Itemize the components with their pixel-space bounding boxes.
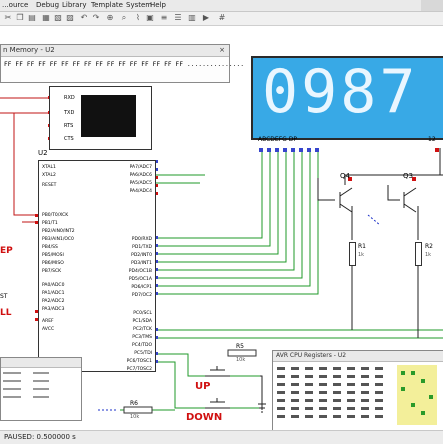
resistor-r1-value: 1k: [358, 252, 365, 258]
memory-window-title: n Memory - U2 ×: [1, 45, 229, 57]
pin-label-cts: CTS: [64, 136, 74, 142]
pin-pc0: PC0/SCL: [133, 311, 152, 316]
pin-label-rts: RTS: [64, 123, 74, 129]
register-grid: [277, 365, 437, 425]
pin-label-rxd: RXD: [64, 95, 75, 101]
terminal-screen: [81, 95, 136, 137]
watch-window-titlebar: [1, 358, 81, 368]
net-label-3: LL: [0, 308, 12, 318]
watch-window-rows: [3, 372, 49, 398]
button-down-label[interactable]: DOWN: [186, 412, 222, 423]
pin-pc2: PC2/TCK: [133, 327, 152, 332]
pin-pd1: PD1/TXD: [132, 245, 152, 250]
pin-pd5: PD5/OC1A: [128, 277, 152, 282]
pin-pc1: PC1/SDA: [132, 319, 152, 324]
simulation-status: PAUSED: 0.500000 s: [4, 433, 76, 441]
pin-pc4: PC4/TDO: [132, 343, 152, 348]
transistor-symbols: [339, 187, 417, 213]
resistor-r2-label: R2: [425, 243, 433, 250]
pin-pb0: PB0/T0/XCK: [42, 213, 69, 218]
avr-registers-title: AVR CPU Registers - U2: [273, 351, 443, 362]
seven-segment-pin-labels: ABCDEFG DP: [258, 136, 297, 143]
pin-pb6: PB6/MISO: [42, 261, 64, 266]
pin-pa6: PA6/ADC6: [129, 173, 152, 178]
pin-avcc: AVCC: [42, 327, 55, 332]
resistor-r5-value: 10k: [236, 357, 246, 363]
pin-pd0: PD0/RXD: [131, 237, 152, 242]
transistor-label-q4: Q4: [340, 172, 350, 180]
pin-pa2: PA2/ADC2: [42, 299, 65, 304]
resistor-r6-label: R6: [130, 400, 138, 407]
pin-pb3: PB3/AIN1/OC0: [42, 237, 74, 242]
pin-pa7: PA7/ADC7: [129, 165, 152, 170]
pin-pd3: PD3/INT1: [131, 261, 152, 266]
seven-segment-pin-labels-right: 12: [428, 136, 436, 143]
pin-pb2: PB2/AIN0/INT2: [42, 229, 75, 234]
resistor-r6-value: 10k: [130, 414, 140, 420]
close-icon[interactable]: ×: [219, 45, 225, 56]
pin-pd4: PD4/OC1B: [128, 269, 152, 274]
pin-pc7: PC7/TOSC2: [126, 367, 152, 372]
pin-label-txd: TXD: [64, 110, 75, 116]
pin-pa5: PA5/ADC5: [129, 181, 152, 186]
pin-xtal1: XTAL1: [42, 165, 56, 170]
watch-window[interactable]: [0, 357, 82, 421]
pin-pb1: PB1/T1: [42, 221, 58, 226]
pin-pd7: PD7/OC2: [131, 293, 152, 298]
pin-pb5: PB5/MOSI: [42, 253, 64, 258]
pin-pc3: PC3/TMS: [132, 335, 152, 340]
pin-reset: RESET: [42, 183, 57, 188]
seven-segment-digits: 0987: [262, 57, 419, 127]
net-label-2: ST: [0, 293, 8, 300]
pin-pa1: PA1/ADC1: [42, 291, 65, 296]
mcu-designator: U2: [38, 149, 48, 157]
resistor-r2-value: 1k: [425, 252, 432, 258]
memory-row: FF FF FF FF FF FF FF FF FF FF FF FF FF F…: [4, 61, 245, 68]
resistor-r1[interactable]: [349, 242, 356, 266]
mcu-chip[interactable]: XTAL1 XTAL2 RESET PB0/T0/XCK PB1/T1 PB2/…: [38, 160, 156, 372]
pin-pb4: PB4/SS: [42, 245, 58, 250]
status-bar: PAUSED: 0.500000 s: [0, 430, 443, 444]
virtual-terminal[interactable]: RXD TXD RTS CTS: [49, 86, 152, 150]
pin-xtal2: XTAL2: [42, 173, 56, 178]
avr-registers-window[interactable]: AVR CPU Registers - U2: [272, 350, 443, 432]
net-label-1: EP: [0, 246, 13, 256]
button-up-label[interactable]: UP: [195, 381, 210, 392]
resistor-r2[interactable]: [415, 242, 422, 266]
pin-pc5: PC5/TDI: [134, 351, 152, 356]
pin-pd6: PD6/ICP1: [131, 285, 152, 290]
memory-row-empty: [4, 70, 224, 78]
pin-pb7: PB7/SCK: [42, 269, 62, 274]
pin-pa0: PA0/ADC0: [42, 283, 65, 288]
pin-pa3: PA3/ADC3: [42, 307, 65, 312]
pin-pa4: PA4/ADC4: [129, 189, 152, 194]
resistor-r1-label: R1: [358, 243, 366, 250]
memory-window[interactable]: n Memory - U2 × FF FF FF FF FF FF FF FF …: [0, 44, 244, 83]
pin-pc6: PC6/TOSC1: [126, 359, 152, 364]
resistor-r5-label: R5: [236, 343, 244, 350]
pin-pd2: PD2/INT0: [131, 253, 152, 258]
transistor-label-q3: Q3: [403, 172, 413, 180]
pin-aref: AREF: [42, 319, 54, 324]
